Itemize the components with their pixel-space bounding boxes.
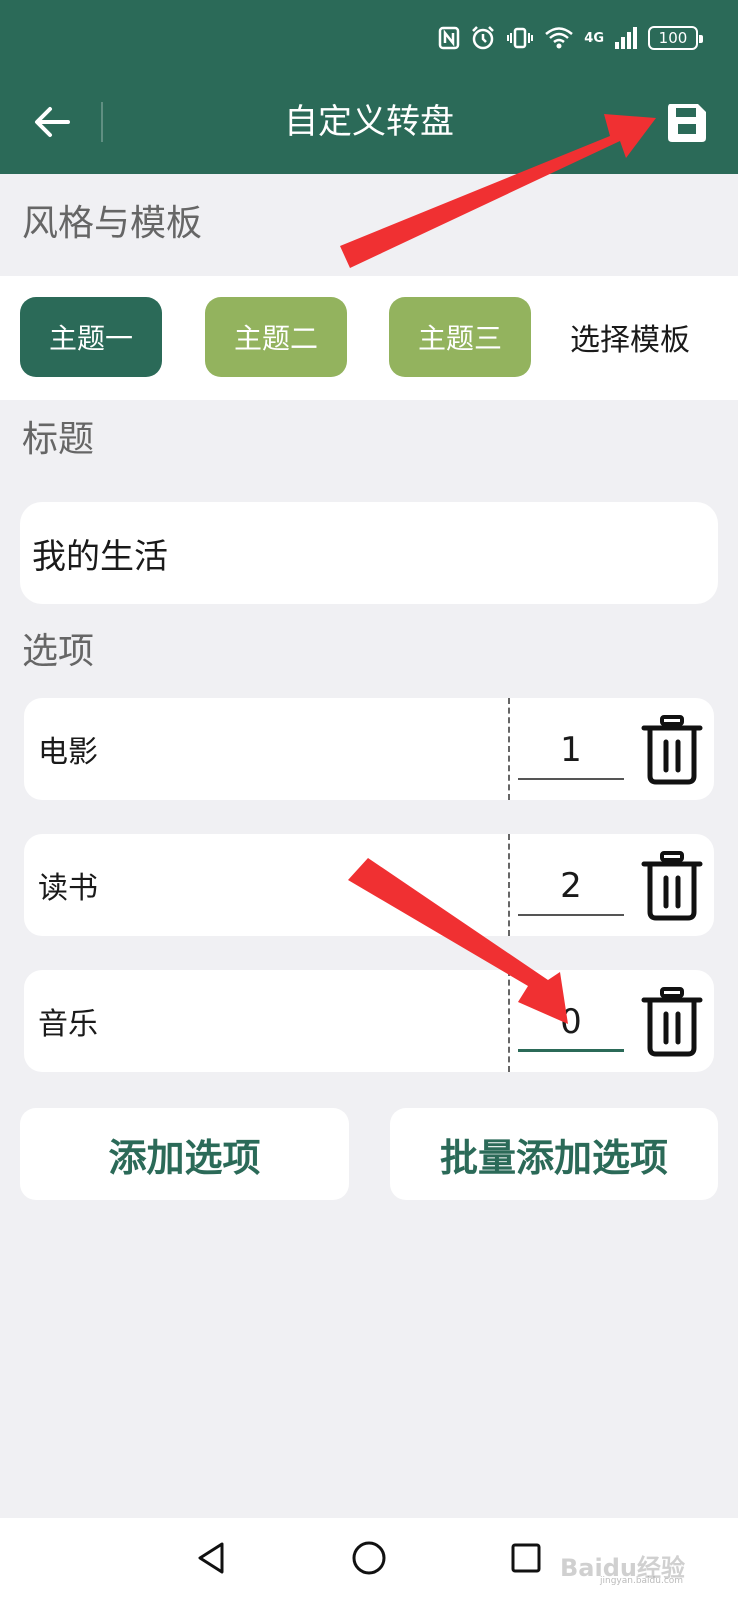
battery-indicator: 100 [648,26,703,50]
add-option-button[interactable]: 添加选项 [20,1108,349,1200]
option-row [24,698,714,800]
option-name-input[interactable] [38,970,478,1072]
option-name-input[interactable] [38,698,478,800]
style-section-label: 风格与模板 [22,203,203,244]
nav-back-button[interactable] [184,1530,240,1586]
option-name-input[interactable] [38,834,478,936]
save-button[interactable] [664,100,710,146]
theme-2-button[interactable]: 主题二 [205,297,347,377]
delete-option-button[interactable] [640,850,704,922]
option-row [24,834,714,936]
option-weight-input[interactable] [518,722,624,780]
vibrate-icon [507,27,534,49]
page-title: 自定义转盘 [284,102,454,142]
square-recents-icon [511,1543,541,1573]
option-divider [508,698,510,800]
option-weight-input[interactable] [518,858,624,916]
option-divider [508,834,510,936]
triangle-back-icon [198,1542,224,1574]
nav-recents-button[interactable] [498,1530,554,1586]
trash-icon [641,851,703,921]
system-nav-bar: Baidu经验 jingyan.baidu.com [0,1518,738,1600]
network-type: 4G [584,30,604,46]
app-header: 4G 100 自定义转盘 [0,0,738,174]
title-section-label: 标题 [22,419,95,460]
status-bar: 4G 100 [438,22,703,54]
batch-add-option-button[interactable]: 批量添加选项 [390,1108,718,1200]
options-section-label: 选项 [22,631,95,672]
wifi-icon [545,27,574,49]
delete-option-button[interactable] [640,986,704,1058]
circle-home-icon [352,1541,386,1575]
trash-icon [641,987,703,1057]
option-divider [508,970,510,1072]
watermark-site: jingyan.baidu.com [600,1576,684,1586]
nav-home-button[interactable] [341,1530,397,1586]
select-template-link[interactable]: 选择模板 [570,297,690,377]
theme-3-button[interactable]: 主题三 [389,297,531,377]
title-input[interactable] [20,502,718,604]
battery-level: 100 [658,29,688,47]
theme-bar: 主题一 主题二 主题三 选择模板 [0,276,738,400]
alarm-icon [472,26,495,50]
delete-option-button[interactable] [640,714,704,786]
theme-1-button[interactable]: 主题一 [20,297,162,377]
floppy-disk-icon [668,104,706,142]
signal-icon [615,27,637,49]
option-weight-input[interactable] [518,994,624,1052]
option-row [24,970,714,1072]
nfc-icon [439,26,460,50]
trash-icon [641,715,703,785]
